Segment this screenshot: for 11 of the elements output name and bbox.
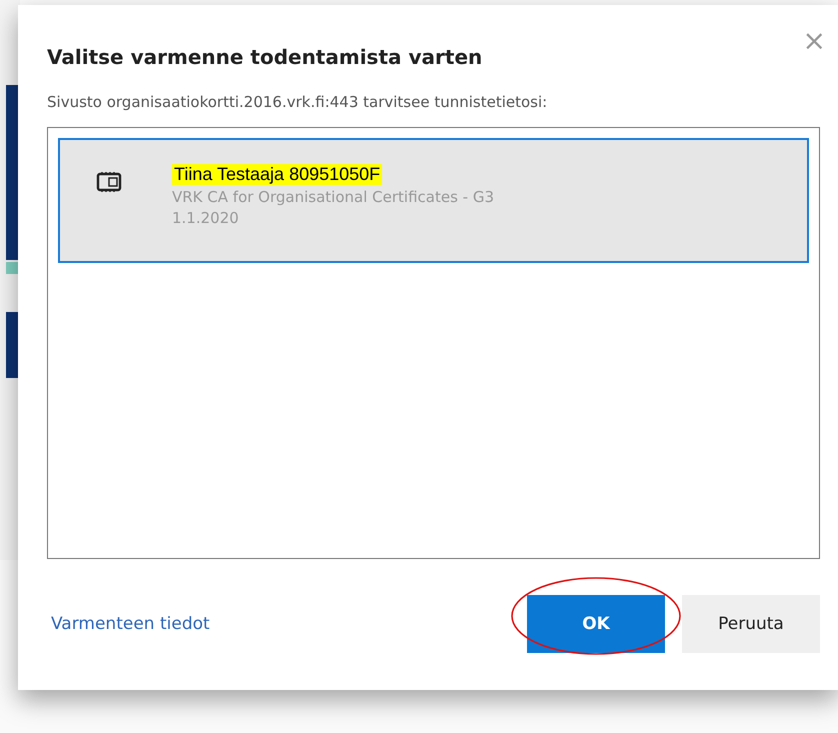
cancel-button[interactable]: Peruuta (682, 595, 820, 653)
certificate-item[interactable]: Tiina Testaaja 80951050F VRK CA for Organisational Certificates - G3 1.1.2020 (58, 138, 809, 263)
certificate-details-link[interactable]: Varmenteen tiedot (51, 614, 210, 634)
certificate-issuer: VRK CA for Organisational Certificates - G3 (172, 188, 494, 206)
ok-button[interactable]: OK (527, 595, 665, 653)
certificate-date: 1.1.2020 (172, 209, 240, 227)
close-button[interactable]: × (798, 27, 830, 55)
prompt-text: Sivusto organisaatiokortti.2016.vrk.fi:443 tarvitsee tunnistetietosi: (47, 93, 548, 111)
dialog-title: Valitse varmenne todentamista varten (47, 45, 484, 69)
certificate-name: Tiina Testaaja 80951050F (172, 164, 382, 185)
smart-card-icon (96, 171, 122, 193)
